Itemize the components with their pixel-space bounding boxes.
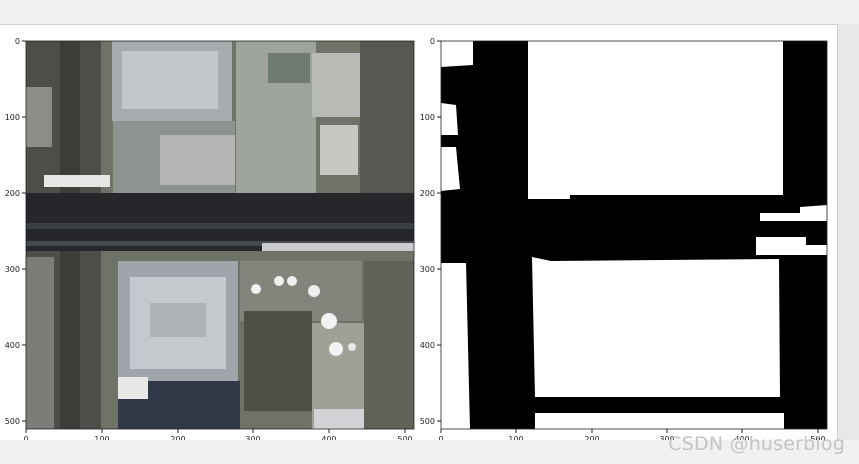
left-y-tick-label: 400	[5, 341, 20, 350]
mask-image	[441, 41, 827, 429]
left-y-axis: 0 100 200 300 400 500	[5, 37, 26, 426]
figure-canvas: 0 100 200 300 400 500 0 100 200 300 400 …	[0, 24, 838, 444]
left-y-tick-label: 300	[5, 265, 20, 274]
watermark-text: CSDN @huserblog	[668, 433, 845, 455]
figure-svg: 0 100 200 300 400 500 0 100 200 300 400 …	[5, 37, 828, 444]
left-y-tick-label: 500	[5, 417, 20, 426]
right-y-tick-label: 0	[430, 37, 435, 46]
right-y-tick-label: 500	[420, 417, 435, 426]
left-y-tick-label: 100	[5, 113, 20, 122]
left-y-tick-label: 200	[5, 189, 20, 198]
right-y-tick-label: 100	[420, 113, 435, 122]
aerial-image	[26, 41, 414, 429]
left-y-tick-label: 0	[15, 37, 20, 46]
right-y-tick-label: 400	[420, 341, 435, 350]
right-y-axis: 0 100 200 300 400 500	[420, 37, 441, 426]
toolbar-strip	[0, 0, 859, 24]
right-y-tick-label: 200	[420, 189, 435, 198]
right-y-tick-label: 300	[420, 265, 435, 274]
